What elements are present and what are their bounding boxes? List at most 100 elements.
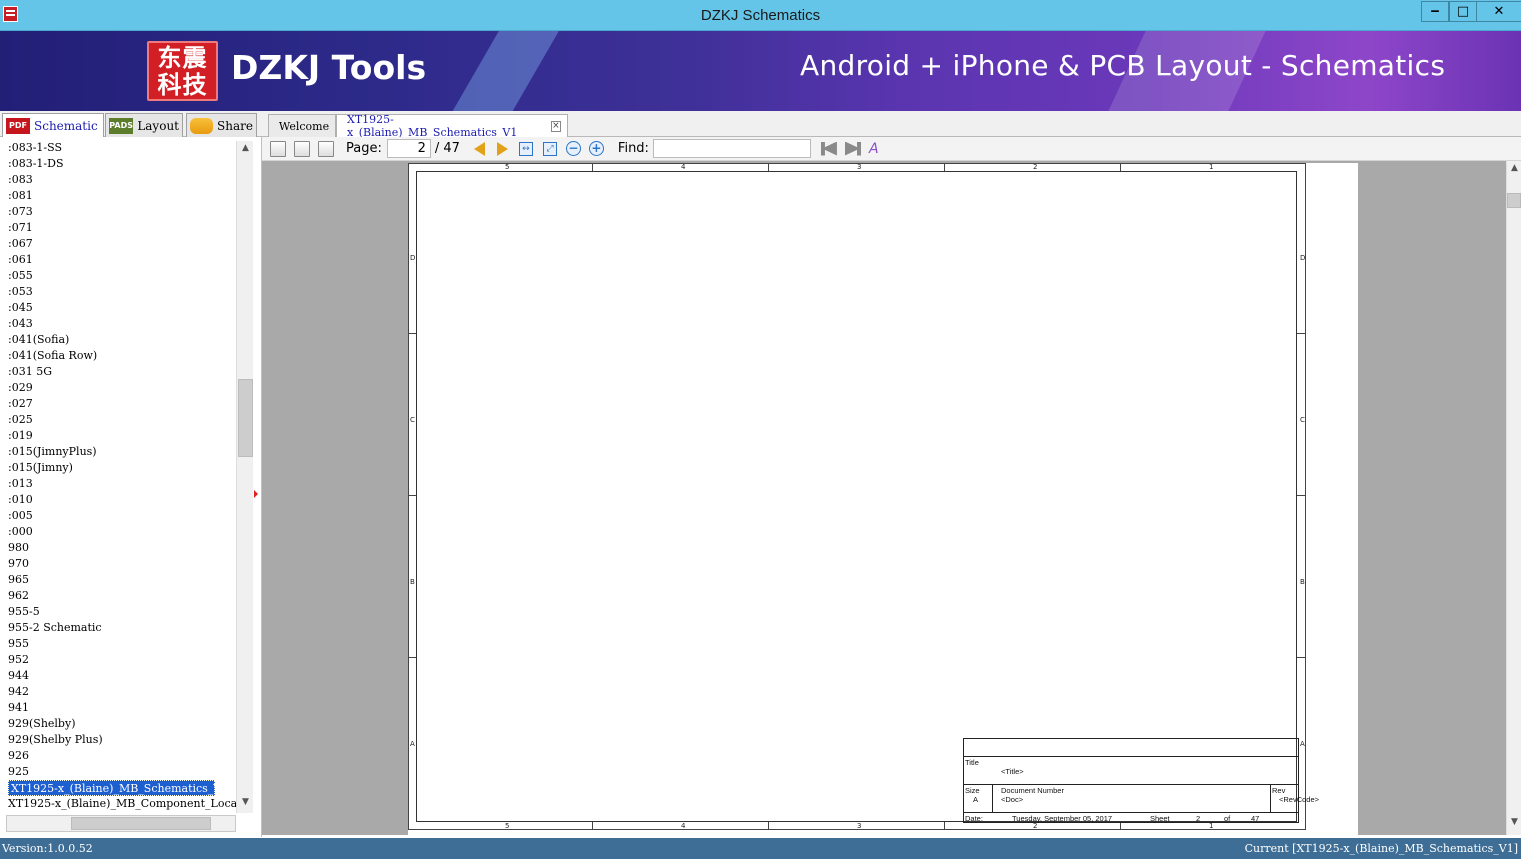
scroll-up-icon[interactable]: ▲: [1507, 163, 1521, 178]
list-item[interactable]: 942: [0, 684, 236, 700]
find-previous-icon[interactable]: [820, 141, 837, 156]
page-total: / 47: [434, 141, 460, 156]
highlight-text-icon[interactable]: A: [869, 141, 879, 157]
list-item[interactable]: :043: [0, 316, 236, 332]
list-item[interactable]: :019: [0, 428, 236, 444]
tab-share[interactable]: Share: [186, 113, 257, 137]
tab-schematic-label: Schematic: [34, 119, 98, 133]
sheet-label: Sheet: [1150, 814, 1170, 823]
tab-document[interactable]: XT1925-x_(Blaine)_MB_Schematics_V1 ×: [336, 113, 568, 139]
maximize-button[interactable]: □: [1449, 1, 1477, 22]
list-item[interactable]: :041(Sofia): [0, 332, 236, 348]
row-tick: [1297, 657, 1305, 658]
list-item[interactable]: 980: [0, 540, 236, 556]
scroll-thumb[interactable]: [238, 379, 253, 457]
column-tick: [768, 163, 769, 171]
viewer-vertical-scrollbar[interactable]: ▲ ▼: [1506, 161, 1521, 835]
list-item[interactable]: :061: [0, 252, 236, 268]
list-item[interactable]: :053: [0, 284, 236, 300]
list-item[interactable]: :025: [0, 412, 236, 428]
list-item[interactable]: 952: [0, 652, 236, 668]
list-item[interactable]: :010: [0, 492, 236, 508]
file-list[interactable]: :083-1-SS:083-1-DS:083:081:073:071:067:0…: [0, 140, 236, 812]
list-item[interactable]: XT1925-x_(Blaine)_MB_Schematics_V1: [8, 780, 228, 796]
list-item[interactable]: 929(Shelby): [0, 716, 236, 732]
file-list-horizontal-scrollbar[interactable]: [6, 815, 236, 832]
list-item[interactable]: :029: [0, 380, 236, 396]
list-item[interactable]: :073: [0, 204, 236, 220]
column-label: 1: [1209, 163, 1214, 171]
row-tick: [408, 657, 416, 658]
list-item[interactable]: 944: [0, 668, 236, 684]
minimize-button[interactable]: ‒: [1421, 1, 1449, 22]
rev-value: <RevCode>: [1279, 795, 1320, 804]
previous-page-icon[interactable]: [473, 141, 485, 156]
list-item[interactable]: :083: [0, 172, 236, 188]
list-item[interactable]: :083-1-SS: [0, 140, 236, 156]
list-item[interactable]: 955: [0, 636, 236, 652]
zoom-in-icon[interactable]: +: [588, 141, 604, 156]
single-page-icon[interactable]: [270, 140, 286, 157]
title-value: <Title>: [1001, 767, 1024, 776]
column-tick: [1120, 822, 1121, 830]
column-label: 4: [681, 822, 686, 830]
tabs-row: PDF Schematic PADS Layout Share Welcome …: [0, 111, 1521, 139]
next-page-icon[interactable]: [496, 141, 508, 156]
list-item[interactable]: 965: [0, 572, 236, 588]
list-item[interactable]: XT1925-x_(Blaine)_MB_Component_Locatio: [0, 796, 236, 812]
fit-width-icon[interactable]: ↔: [518, 141, 533, 156]
page-number-input[interactable]: [386, 139, 431, 158]
list-item[interactable]: :083-1-DS: [0, 156, 236, 172]
facing-page-icon[interactable]: [318, 140, 334, 157]
find-next-icon[interactable]: [845, 142, 861, 156]
list-item[interactable]: :005: [0, 508, 236, 524]
find-input[interactable]: [652, 139, 811, 158]
list-item[interactable]: 926: [0, 748, 236, 764]
close-tab-icon[interactable]: ×: [550, 120, 561, 132]
close-button[interactable]: ✕: [1476, 1, 1521, 22]
file-list-vertical-scrollbar[interactable]: ▲ ▼: [236, 141, 253, 813]
list-item[interactable]: :027: [0, 396, 236, 412]
list-item[interactable]: :041(Sofia Row): [0, 348, 236, 364]
sheet-inner-border: [416, 171, 1297, 822]
list-item[interactable]: 970: [0, 556, 236, 572]
tab-welcome[interactable]: Welcome: [268, 114, 336, 137]
column-label: 3: [857, 163, 862, 171]
date-value: Tuesday, September 05, 2017: [1012, 814, 1113, 823]
splitter-arrow-icon[interactable]: [254, 490, 258, 498]
list-item[interactable]: 941: [0, 700, 236, 716]
scroll-thumb[interactable]: [1507, 193, 1521, 208]
row-label: B: [410, 578, 415, 586]
list-item[interactable]: 955-2 Schematic: [0, 620, 236, 636]
tab-schematic[interactable]: PDF Schematic: [2, 113, 104, 138]
file-list-panel: :083-1-SS:083-1-DS:083:081:073:071:067:0…: [0, 137, 262, 837]
continuous-page-icon[interactable]: [294, 140, 310, 157]
list-item[interactable]: :031 5G: [0, 364, 236, 380]
tab-document-label: XT1925-x_(Blaine)_MB_Schematics_V1: [347, 113, 518, 139]
list-item[interactable]: :067: [0, 236, 236, 252]
list-item[interactable]: 962: [0, 588, 236, 604]
fit-page-icon[interactable]: ⤢: [542, 141, 557, 156]
scroll-thumb[interactable]: [71, 817, 211, 830]
title-block: Title <Title> Size A Document Number <Do…: [963, 738, 1319, 823]
viewer-toolbar: Page: / 47 ↔ ⤢ − + Find: A: [262, 137, 1521, 161]
brand-name: DZKJ Tools: [231, 48, 427, 87]
list-item[interactable]: :055: [0, 268, 236, 284]
tab-layout[interactable]: PADS Layout: [105, 113, 183, 137]
column-tick: [592, 163, 593, 171]
list-item[interactable]: :015(JimnyPlus): [0, 444, 236, 460]
scroll-down-icon[interactable]: ▼: [1507, 817, 1521, 832]
list-item[interactable]: :013: [0, 476, 236, 492]
list-item[interactable]: :015(Jimny): [0, 460, 236, 476]
list-item[interactable]: :071: [0, 220, 236, 236]
zoom-out-icon[interactable]: −: [565, 141, 581, 156]
list-item[interactable]: :045: [0, 300, 236, 316]
list-item[interactable]: 925: [0, 764, 236, 780]
scroll-down-icon[interactable]: ▼: [238, 797, 253, 812]
list-item[interactable]: :000: [0, 524, 236, 540]
list-item[interactable]: 929(Shelby Plus): [0, 732, 236, 748]
document-viewer[interactable]: 5 4 3 2 1 5 4 3 2 1 D C B A D C B A Titl…: [262, 161, 1506, 835]
list-item[interactable]: 955-5: [0, 604, 236, 620]
scroll-up-icon[interactable]: ▲: [238, 143, 253, 158]
list-item[interactable]: :081: [0, 188, 236, 204]
